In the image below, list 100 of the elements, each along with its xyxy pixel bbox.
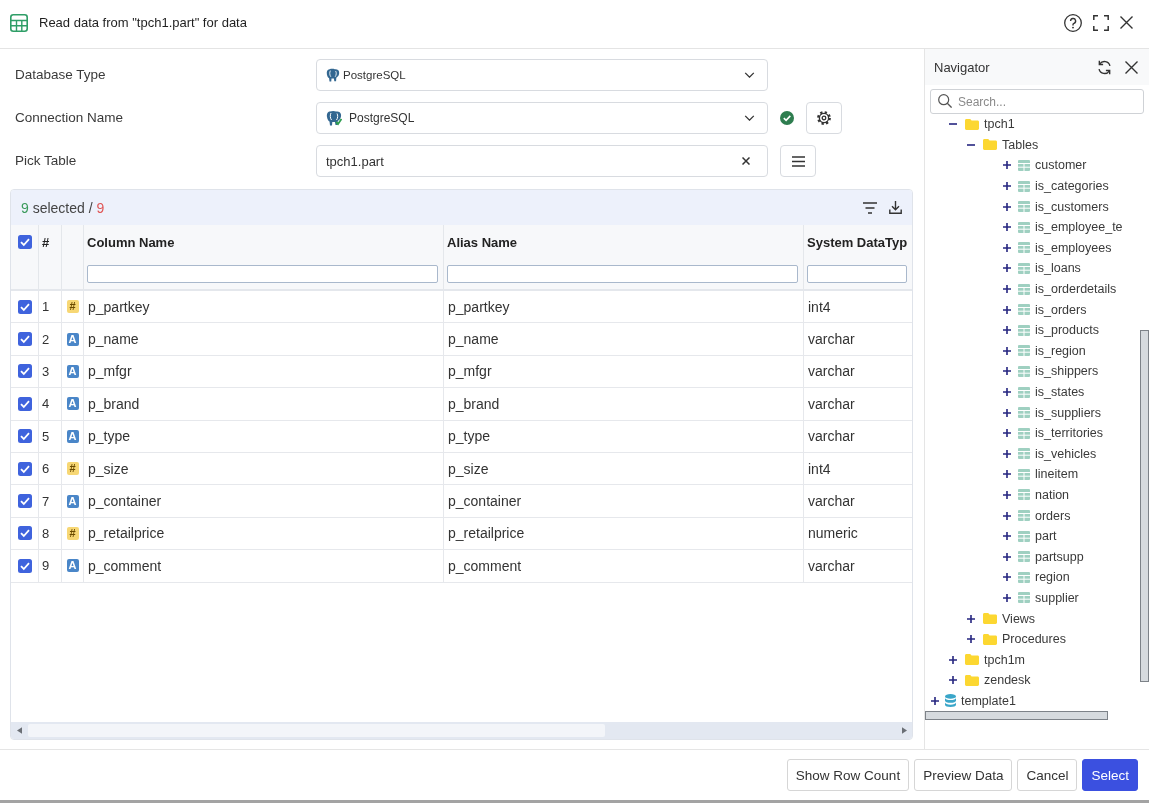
close-icon[interactable] xyxy=(1120,16,1133,29)
checkbox[interactable] xyxy=(17,558,32,573)
tree-item[interactable]: is_region xyxy=(1035,343,1086,358)
filter-icon[interactable] xyxy=(863,201,877,214)
plus-icon[interactable] xyxy=(949,676,957,685)
checkbox[interactable] xyxy=(17,526,32,541)
plus-icon[interactable] xyxy=(1003,511,1011,520)
plus-icon[interactable] xyxy=(1003,449,1011,458)
scrollbar-thumb[interactable] xyxy=(925,711,1108,720)
tree-item[interactable]: is_orders xyxy=(1035,302,1087,317)
tree-item[interactable]: template1 xyxy=(961,693,1016,708)
arrow-right-icon[interactable] xyxy=(902,727,907,734)
tree-item[interactable]: zendesk xyxy=(984,673,1031,688)
scrollbar-thumb[interactable] xyxy=(1140,330,1149,682)
checkbox[interactable] xyxy=(17,396,32,411)
plus-icon[interactable] xyxy=(1003,243,1011,252)
connection-select[interactable]: PostgreSQL xyxy=(316,102,768,134)
plus-icon[interactable] xyxy=(1003,491,1011,499)
plus-icon[interactable] xyxy=(1003,573,1011,582)
tree-item[interactable]: region xyxy=(1035,570,1070,585)
tree-item[interactable]: is_employee_te xyxy=(1035,220,1123,235)
plus-icon[interactable] xyxy=(1003,367,1011,376)
table-icon xyxy=(1018,345,1030,357)
plus-icon[interactable] xyxy=(1003,470,1011,479)
table-icon xyxy=(1018,160,1030,171)
search-field[interactable]: Search... xyxy=(930,89,1144,114)
plus-icon[interactable] xyxy=(1003,429,1011,438)
settings-button[interactable] xyxy=(806,102,842,134)
plus-icon[interactable] xyxy=(1003,552,1011,561)
tree-item[interactable]: Tables xyxy=(1002,137,1039,152)
tree-item[interactable]: lineitem xyxy=(1035,467,1079,482)
plus-icon[interactable] xyxy=(1003,326,1011,335)
tree-item[interactable]: part xyxy=(1035,529,1057,544)
plus-icon[interactable] xyxy=(967,614,975,623)
tree-item[interactable]: is_states xyxy=(1035,385,1085,399)
fullscreen-icon[interactable] xyxy=(1093,14,1109,31)
primary-button[interactable]: Select xyxy=(1082,759,1138,791)
tree-item[interactable]: is_suppliers xyxy=(1035,405,1101,420)
plus-icon[interactable] xyxy=(1003,161,1011,170)
arrow-left-icon[interactable] xyxy=(17,727,22,734)
tree-item[interactable]: is_customers xyxy=(1035,199,1109,214)
filter-input[interactable] xyxy=(807,265,907,283)
table-icon xyxy=(1018,386,1030,398)
table-input[interactable]: tpch1.part xyxy=(316,145,768,177)
checkbox[interactable] xyxy=(17,494,32,509)
data-type-badge: A xyxy=(66,559,79,573)
dialog-button[interactable]: Cancel xyxy=(1017,759,1078,791)
clear-icon[interactable] xyxy=(742,157,750,165)
checkbox[interactable] xyxy=(17,461,32,476)
download-icon[interactable] xyxy=(889,201,902,214)
tree-item[interactable]: nation xyxy=(1035,488,1070,502)
filter-input[interactable] xyxy=(447,265,798,283)
checkbox[interactable] xyxy=(17,364,32,379)
plus-icon[interactable] xyxy=(1003,264,1011,273)
plus-icon[interactable] xyxy=(1003,305,1011,314)
plus-icon[interactable] xyxy=(1003,388,1011,396)
plus-icon[interactable] xyxy=(1003,593,1011,602)
tree-item[interactable]: orders xyxy=(1035,508,1071,523)
menu-button[interactable] xyxy=(780,145,816,177)
tree-item[interactable]: is_categories xyxy=(1035,179,1109,194)
minus-icon[interactable] xyxy=(967,143,975,146)
tree-item[interactable]: is_vehicles xyxy=(1035,446,1097,461)
filter-input[interactable] xyxy=(87,265,438,283)
checkbox[interactable] xyxy=(17,235,32,249)
tree-item[interactable]: is_orderdetails xyxy=(1035,282,1117,297)
minus-icon[interactable] xyxy=(949,123,957,126)
tree-item[interactable]: is_employees xyxy=(1035,240,1112,255)
tree-item[interactable]: is_products xyxy=(1035,323,1099,338)
tree-item[interactable]: partsupp xyxy=(1035,549,1084,564)
checkbox[interactable] xyxy=(17,429,32,444)
tree-item[interactable]: is_loans xyxy=(1035,261,1081,276)
tree-item[interactable]: tpch1 xyxy=(984,117,1015,132)
tree-item[interactable]: Procedures xyxy=(1002,632,1066,647)
plus-icon[interactable] xyxy=(1003,223,1011,232)
tree-item[interactable]: Views xyxy=(1002,611,1036,626)
menu-icon xyxy=(791,155,805,167)
plus-icon[interactable] xyxy=(949,655,957,664)
table-cell: p_type xyxy=(448,428,491,445)
checkbox[interactable] xyxy=(17,299,32,314)
checkbox[interactable] xyxy=(17,332,32,347)
tree-item[interactable]: supplier xyxy=(1035,590,1079,605)
row-number: 1 xyxy=(42,299,50,315)
plus-icon[interactable] xyxy=(931,696,939,705)
dialog-button[interactable]: Preview Data xyxy=(914,759,1013,791)
plus-icon[interactable] xyxy=(1003,182,1011,191)
plus-icon[interactable] xyxy=(1003,202,1011,211)
close-icon[interactable] xyxy=(1125,60,1138,74)
tree-item[interactable]: is_shippers xyxy=(1035,364,1099,379)
tree-item[interactable]: customer xyxy=(1035,158,1087,173)
plus-icon[interactable] xyxy=(967,635,975,644)
plus-icon[interactable] xyxy=(1003,346,1011,355)
help-icon[interactable] xyxy=(1064,13,1082,32)
refresh-icon[interactable] xyxy=(1097,59,1112,75)
plus-icon[interactable] xyxy=(1003,285,1011,294)
tree-item[interactable]: is_territories xyxy=(1035,426,1104,441)
tree-item[interactable]: tpch1m xyxy=(984,652,1025,667)
database-type-select[interactable]: PostgreSQL xyxy=(316,59,768,91)
dialog-button[interactable]: Show Row Count xyxy=(786,759,910,791)
plus-icon[interactable] xyxy=(1003,408,1011,417)
plus-icon[interactable] xyxy=(1003,532,1011,541)
